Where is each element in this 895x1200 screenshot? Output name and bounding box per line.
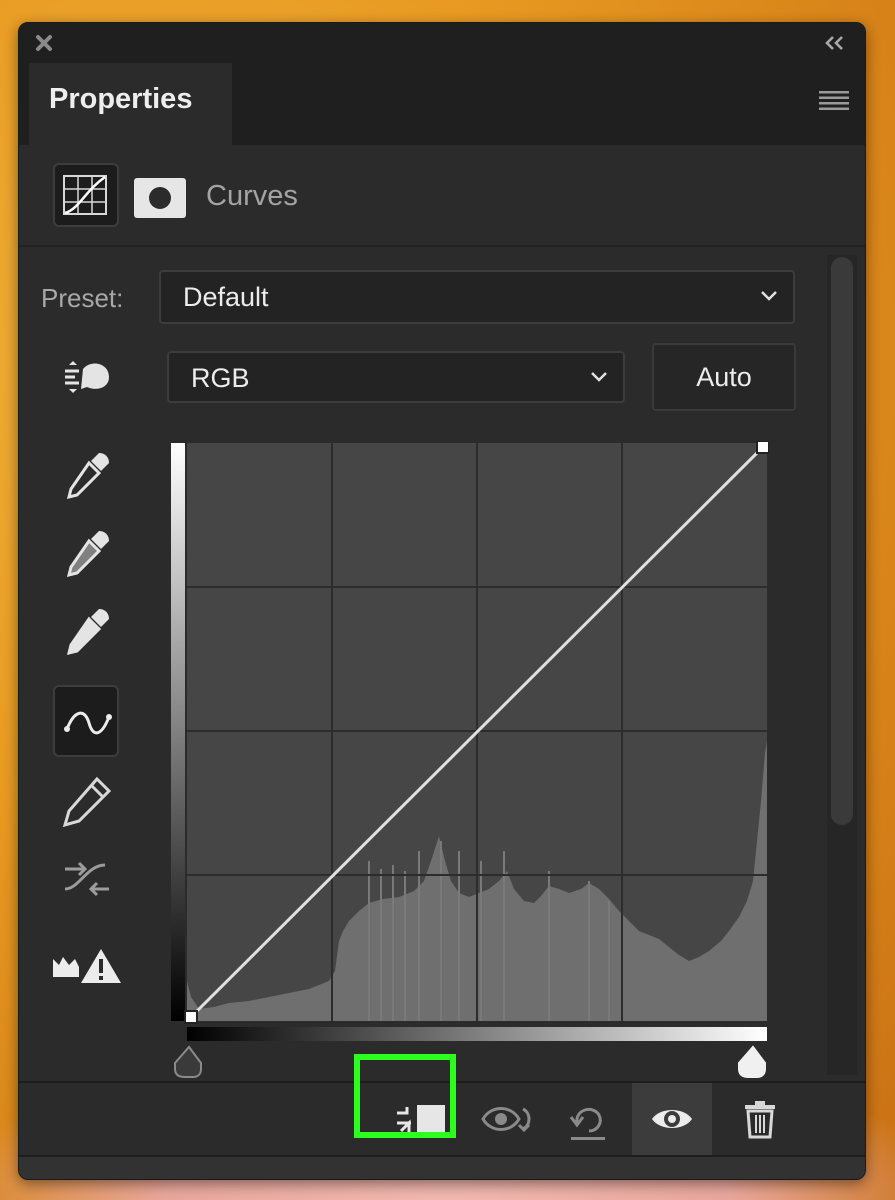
chevron-down-icon <box>591 372 607 382</box>
preset-value: Default <box>183 282 269 312</box>
tab-properties[interactable]: Properties <box>29 63 232 145</box>
black-point-eyedropper-icon <box>66 453 109 500</box>
white-point-eyedropper-icon <box>66 609 109 656</box>
smooth-curve-icon <box>64 861 109 897</box>
on-image-adjustment-tool[interactable] <box>53 345 119 411</box>
delete-adjustment-button[interactable] <box>721 1083 801 1155</box>
preset-dropdown[interactable]: Default <box>159 270 795 324</box>
gray-point-eyedropper-icon <box>66 531 109 578</box>
curves-grid-icon <box>63 175 107 215</box>
chevron-down-icon <box>761 291 777 301</box>
pencil-draw-icon <box>62 776 112 828</box>
curve-point-white[interactable] <box>756 440 770 454</box>
output-gradient-horizontal <box>187 1027 767 1041</box>
preset-label: Preset: <box>41 283 124 313</box>
toggle-visibility-button[interactable] <box>632 1083 712 1155</box>
delete-adjustment-icon <box>745 1101 775 1139</box>
panel-bottom-edge <box>19 1155 865 1179</box>
reset-adjustment-button[interactable] <box>549 1083 629 1155</box>
pencil-draw-tool[interactable] <box>53 769 119 835</box>
scrollbar-track[interactable] <box>827 255 857 1075</box>
panel-titlebar <box>19 23 865 63</box>
curve-edit-points-icon <box>64 711 112 735</box>
curves-adjustment-button[interactable] <box>53 163 119 227</box>
collapse-panel-icon[interactable] <box>821 32 847 54</box>
view-previous-state-button[interactable] <box>469 1083 549 1155</box>
channel-dropdown[interactable]: RGB <box>167 351 625 403</box>
clipping-warning-icon <box>53 949 121 983</box>
black-point-slider[interactable] <box>174 1045 202 1078</box>
highlight-box <box>354 1054 456 1138</box>
close-icon[interactable] <box>33 32 55 54</box>
curve-point-black[interactable] <box>184 1010 198 1024</box>
gray-point-eyedropper[interactable] <box>53 521 119 587</box>
on-image-adjustment-icon <box>65 361 109 393</box>
channel-value: RGB <box>191 363 250 393</box>
toggle-visibility-icon <box>652 1110 692 1128</box>
scrollbar-thumb[interactable] <box>831 257 853 825</box>
white-point-slider[interactable] <box>738 1045 766 1078</box>
properties-panel: Properties Curves Preset: Default RGB Au… <box>18 22 866 1180</box>
white-point-eyedropper[interactable] <box>53 599 119 665</box>
section-divider <box>19 245 865 247</box>
curves-graph-svg <box>171 440 770 1078</box>
clipping-warning-tool[interactable] <box>53 933 121 999</box>
smooth-curve-tool[interactable] <box>53 845 119 911</box>
input-gradient-vertical <box>171 443 185 1021</box>
view-previous-state-icon <box>481 1107 531 1133</box>
black-point-eyedropper[interactable] <box>53 443 119 509</box>
panel-menu-icon[interactable] <box>819 89 849 113</box>
reset-adjustment-icon <box>569 1107 605 1140</box>
curves-graph[interactable] <box>169 440 770 1081</box>
auto-button[interactable]: Auto <box>652 343 796 411</box>
layer-mask-icon[interactable] <box>134 178 186 218</box>
tab-row: Properties <box>19 63 865 145</box>
tab-properties-label: Properties <box>49 83 193 115</box>
adjustment-title: Curves <box>206 180 298 212</box>
edit-points-tool[interactable] <box>53 685 119 757</box>
